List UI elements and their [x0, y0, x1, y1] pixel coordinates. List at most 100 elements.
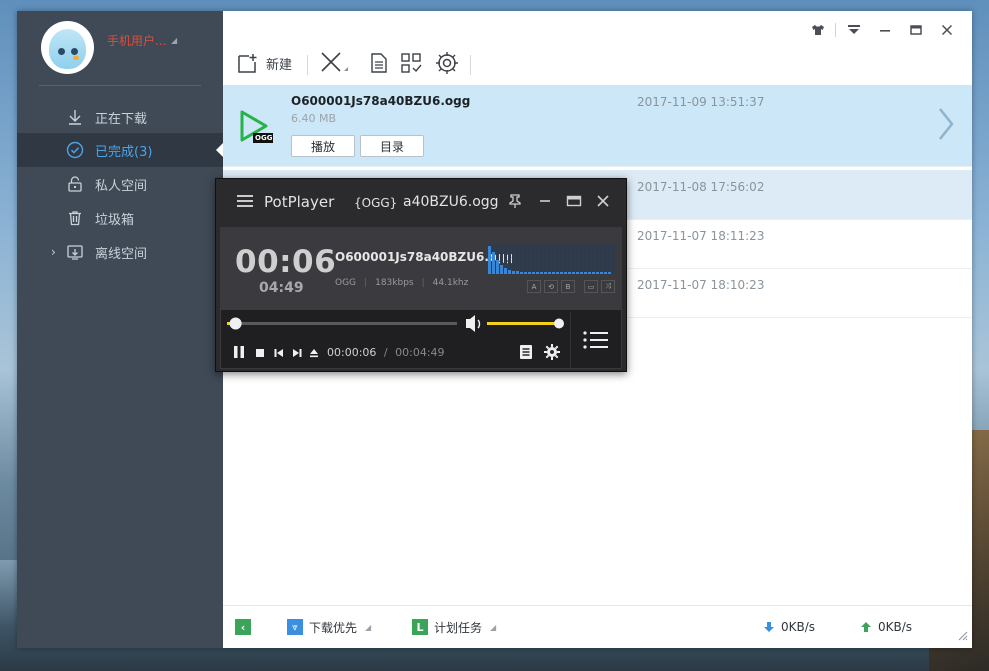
- upload-speed-value: 0KB/s: [878, 620, 913, 634]
- potplayer-body: 00:06 04:49 O600001Js78a40BZU6.ogg OGG |…: [220, 227, 622, 369]
- potplayer-title-file: a40BZU6.ogg: [403, 194, 499, 210]
- sidebar-item-label: 已完成(3): [95, 144, 153, 160]
- ab-repeat-a-button[interactable]: A: [527, 280, 541, 293]
- minimize-icon[interactable]: [538, 194, 552, 211]
- close-icon[interactable]: [596, 194, 610, 211]
- stream-info: OGG | 183kbps | 44.1khz: [335, 278, 469, 288]
- spectrum-bar: [568, 272, 571, 274]
- sidebar-item-label: 正在下载: [95, 111, 148, 127]
- chevron-right-icon[interactable]: ›: [51, 245, 56, 259]
- schedule-icon: L: [412, 619, 428, 635]
- spectrum-bar: [552, 272, 555, 274]
- gear-icon[interactable]: [543, 343, 561, 364]
- menu-dropdown-icon[interactable]: [838, 21, 869, 39]
- trash-icon: [65, 208, 85, 228]
- current-time-display[interactable]: 00:06: [235, 244, 336, 280]
- previous-icon[interactable]: [274, 347, 284, 361]
- maximize-icon[interactable]: [900, 21, 931, 39]
- playback-info-panel: 00:06 04:49 O600001Js78a40BZU6.ogg OGG |…: [221, 228, 621, 310]
- play-button[interactable]: 播放: [291, 135, 355, 157]
- download-speed-value: 0KB/s: [781, 620, 816, 634]
- spectrum-bar: [516, 271, 519, 274]
- sidebar-item-label: 私人空间: [95, 178, 148, 194]
- sidebar-item-downloading[interactable]: 正在下载: [17, 100, 223, 134]
- speaker-icon: [466, 315, 481, 332]
- active-indicator: [216, 143, 223, 157]
- play-file-icon[interactable]: OGG: [239, 109, 273, 148]
- format-tag: {OGG}: [354, 196, 398, 210]
- playlist-toggle-button[interactable]: [570, 312, 621, 368]
- spectrum-bar: [524, 272, 527, 274]
- maximize-icon[interactable]: [566, 194, 582, 211]
- sidebar-item-trash[interactable]: 垃圾箱: [17, 201, 223, 235]
- remaining-time-display: 04:49: [259, 280, 304, 296]
- minimize-icon[interactable]: [869, 21, 900, 39]
- settings-target-button[interactable]: [435, 49, 459, 77]
- pause-icon[interactable]: [233, 346, 245, 361]
- scheduled-task-button[interactable]: L 计划任务 ◢: [412, 618, 496, 636]
- time-separator: /: [383, 346, 388, 359]
- spectrum-bar: [584, 272, 587, 274]
- spectrum-bar: [512, 271, 515, 274]
- codec-label: OGG: [335, 278, 357, 288]
- seek-knob: [229, 317, 242, 330]
- delete-button[interactable]: [320, 49, 350, 77]
- sidebar: 手机用户... ◢ 正在下载 已完成(3) 私人空间 垃圾箱 › 离线空间: [17, 11, 223, 648]
- file-type-badge: OGG: [255, 134, 273, 142]
- spectrum-bar: [520, 272, 523, 274]
- arrow-left-icon: ‹: [235, 619, 251, 635]
- username-link[interactable]: 手机用户...: [107, 32, 166, 49]
- file-date: 2017-11-07 18:10:23: [637, 278, 765, 292]
- seek-track: [227, 322, 457, 325]
- audio-spectrum: [488, 244, 615, 274]
- sidebar-item-label: 离线空间: [95, 246, 148, 262]
- eject-icon[interactable]: [309, 347, 319, 361]
- skin-shirt-icon[interactable]: [802, 21, 833, 39]
- file-date: 2017-11-07 18:11:23: [637, 229, 765, 243]
- spectrum-bar: [496, 260, 499, 274]
- spectrum-bar: [536, 272, 539, 274]
- download-arrow-icon: [764, 622, 774, 632]
- file-date: 2017-11-08 17:56:02: [637, 180, 765, 194]
- spectrum-bar: [576, 272, 579, 274]
- repeat-button[interactable]: ⟲: [544, 280, 558, 293]
- lock-icon: [65, 174, 85, 194]
- sidebar-item-private-space[interactable]: 私人空间: [17, 167, 223, 201]
- spectrum-bar: [540, 272, 543, 274]
- sidebar-item-offline-space[interactable]: › 离线空间: [17, 235, 223, 269]
- sidebar-item-completed[interactable]: 已完成(3): [17, 133, 223, 167]
- next-icon[interactable]: [292, 347, 302, 361]
- position-time: 00:00:06: [327, 346, 377, 359]
- spectrum-bar: [548, 272, 551, 274]
- playlist-doc-icon[interactable]: [519, 344, 533, 363]
- caret-down-icon[interactable]: ◢: [171, 36, 177, 45]
- spectrum-bar: [532, 272, 535, 274]
- hamburger-menu-icon[interactable]: [236, 194, 254, 211]
- file-row[interactable]: OGG O600001Js78a40BZU6.ogg 6.40 MB 2017-…: [223, 85, 972, 167]
- transport-controls: 00:00:06 / 00:04:49: [221, 338, 571, 366]
- list-icon: [583, 331, 608, 349]
- details-button[interactable]: [369, 49, 389, 77]
- stop-icon[interactable]: [255, 347, 265, 361]
- new-task-label: 新建: [266, 57, 293, 73]
- screen-button[interactable]: ▭: [584, 280, 598, 293]
- open-folder-button[interactable]: 目录: [360, 135, 424, 157]
- new-task-button[interactable]: 新建: [236, 49, 292, 77]
- resize-grip-icon[interactable]: [958, 630, 968, 644]
- duration-time: 00:04:49: [395, 346, 445, 359]
- spectrum-bar: [560, 272, 563, 274]
- collapse-sidebar-button[interactable]: ‹: [235, 618, 251, 636]
- status-bar: ‹ ⩔ 下载优先 ◢ L 计划任务 ◢ 0KB/s 0KB/s: [223, 605, 972, 648]
- priority-down-icon: ⩔: [287, 619, 303, 635]
- shuffle-button[interactable]: ⤨: [601, 280, 615, 293]
- avatar[interactable]: [41, 21, 94, 74]
- file-name: O600001Js78a40BZU6.ogg: [291, 94, 471, 108]
- select-all-button[interactable]: [400, 49, 424, 77]
- potplayer-titlebar[interactable]: PotPlayer {OGG} a40BZU6.ogg: [216, 179, 626, 225]
- upload-arrow-icon: [861, 622, 871, 632]
- ab-repeat-b-button[interactable]: B: [561, 280, 575, 293]
- chevron-right-icon[interactable]: [938, 107, 954, 144]
- download-priority-button[interactable]: ⩔ 下载优先 ◢: [287, 618, 371, 636]
- close-icon[interactable]: [931, 21, 962, 39]
- pin-icon[interactable]: [508, 194, 522, 211]
